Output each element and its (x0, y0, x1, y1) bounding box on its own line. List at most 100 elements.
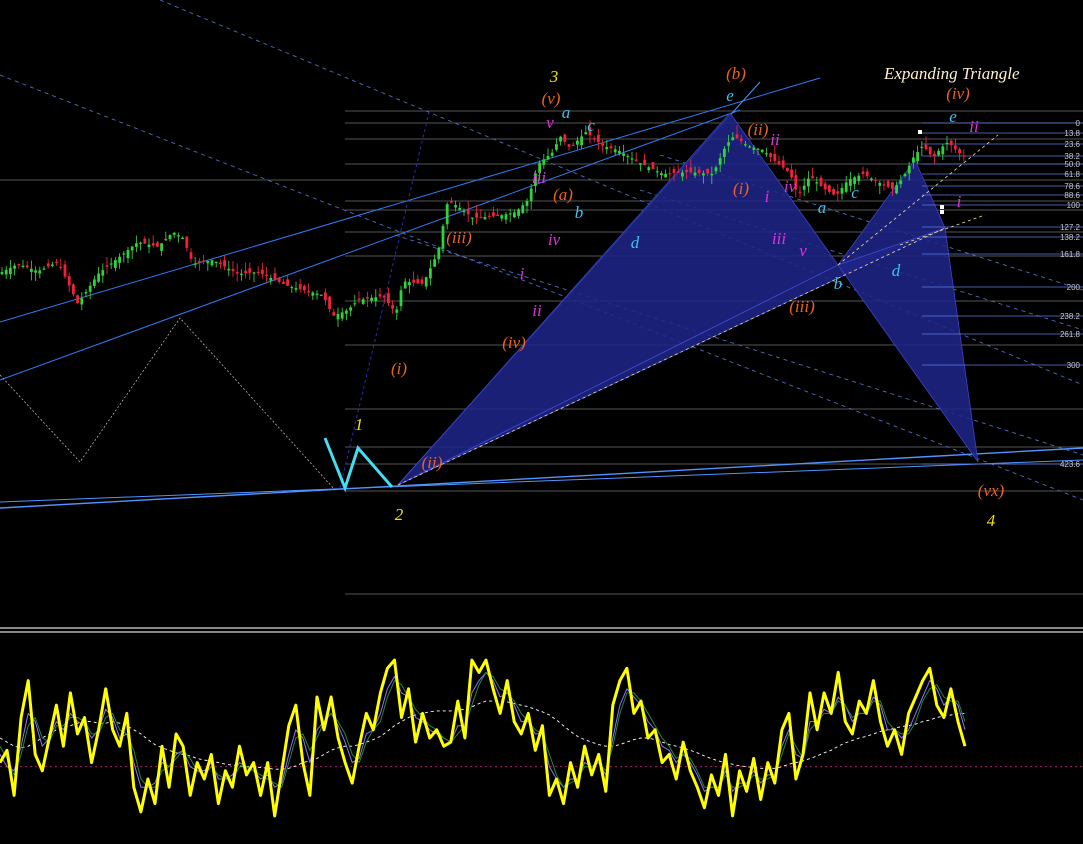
wave-label: i (520, 264, 525, 283)
candle-up (214, 261, 218, 263)
candle-down (412, 279, 415, 283)
fib-level-label: 13.8 (1064, 129, 1080, 138)
candle-up (840, 188, 844, 194)
wave-label: (iv) (502, 333, 526, 352)
candle-up (731, 137, 735, 141)
candle-up (38, 270, 42, 274)
fib-level-label: 238.2 (1060, 312, 1081, 321)
candle-up (500, 215, 504, 219)
candle-up (424, 277, 428, 287)
candle-up (605, 147, 609, 150)
candle-up (714, 167, 718, 172)
candle-down (823, 183, 827, 190)
candle-up (353, 303, 357, 305)
wave-label: c (851, 183, 859, 202)
fib-level-label: 300 (1067, 361, 1081, 370)
candle-down (63, 264, 67, 277)
candle-up (319, 294, 323, 296)
candle-up (168, 234, 172, 239)
candle-down (811, 176, 814, 179)
fib-level-label: 88.6 (1064, 191, 1080, 200)
candle-up (454, 205, 457, 208)
candle-down (832, 189, 835, 195)
candle-up (93, 279, 96, 286)
candle-down (962, 155, 966, 157)
candle-down (643, 159, 646, 166)
candle-down (76, 295, 79, 304)
candle-down (861, 171, 865, 174)
wave-label: b (575, 203, 584, 222)
candle-down (697, 169, 701, 173)
candle-up (639, 163, 642, 165)
candle-up (937, 151, 940, 156)
wave-label: (ii) (748, 120, 769, 139)
candle-up (895, 185, 898, 194)
fib-level-label: 138.2 (1060, 233, 1081, 242)
wave-label: d (631, 233, 640, 252)
candle-down (492, 212, 495, 217)
candle-up (471, 217, 474, 219)
candle-up (723, 148, 726, 157)
candle-up (126, 250, 130, 259)
fib-level-label: 100 (1067, 201, 1081, 210)
candle-down (185, 236, 189, 248)
candle-up (521, 205, 525, 214)
candle-up (118, 256, 121, 263)
candle-up (21, 265, 25, 268)
candle-down (46, 263, 50, 267)
candle-up (252, 272, 256, 274)
wave-label: i (957, 192, 962, 211)
candle-up (135, 243, 138, 247)
candle-down (420, 279, 424, 284)
candle-down (933, 153, 936, 157)
candle-down (496, 214, 499, 217)
wave-label: ii (770, 130, 780, 149)
candle-up (483, 217, 487, 220)
wave-label: 2 (395, 505, 404, 524)
candle-up (88, 285, 92, 292)
wave-label: iii (532, 168, 546, 187)
chart-canvas: 013.823.638.250.061.878.688.6100127.2138… (0, 0, 1083, 844)
candle-up (626, 155, 630, 158)
candle-up (613, 149, 617, 153)
candle-down (819, 177, 823, 187)
wave-label: ii (532, 301, 542, 320)
candle-down (67, 276, 71, 286)
candle-up (559, 136, 562, 142)
candle-down (924, 144, 928, 150)
candle-up (311, 292, 315, 296)
candle-down (277, 278, 281, 282)
candle-up (139, 242, 142, 244)
candle-up (529, 188, 533, 202)
candle-down (563, 134, 567, 142)
candle-down (235, 271, 239, 274)
candle-down (891, 182, 894, 189)
candle-down (189, 252, 193, 259)
candle-up (555, 144, 558, 150)
candle-up (441, 226, 445, 249)
candle-down (706, 168, 709, 174)
candle-up (744, 144, 747, 146)
candle-down (739, 138, 743, 142)
candle-up (525, 201, 529, 206)
candle-up (655, 171, 659, 173)
wave-label: d (892, 261, 901, 280)
candle-up (13, 265, 16, 269)
candle-down (105, 265, 109, 267)
wave-label: i (765, 187, 770, 206)
candle-up (870, 178, 873, 181)
candle-up (349, 307, 352, 311)
wave-label: (iv) (946, 84, 970, 103)
fib-anchor-marker (940, 205, 944, 209)
wave-label: iii (772, 229, 786, 248)
candle-up (340, 312, 344, 319)
candle-up (844, 182, 848, 192)
candle-up (361, 299, 365, 304)
candle-up (710, 173, 714, 176)
candle-up (403, 281, 407, 289)
wave-label: (i) (733, 179, 749, 198)
candle-up (878, 182, 882, 186)
candle-up (647, 167, 651, 171)
candle-down (450, 201, 453, 203)
candle-up (399, 290, 403, 307)
